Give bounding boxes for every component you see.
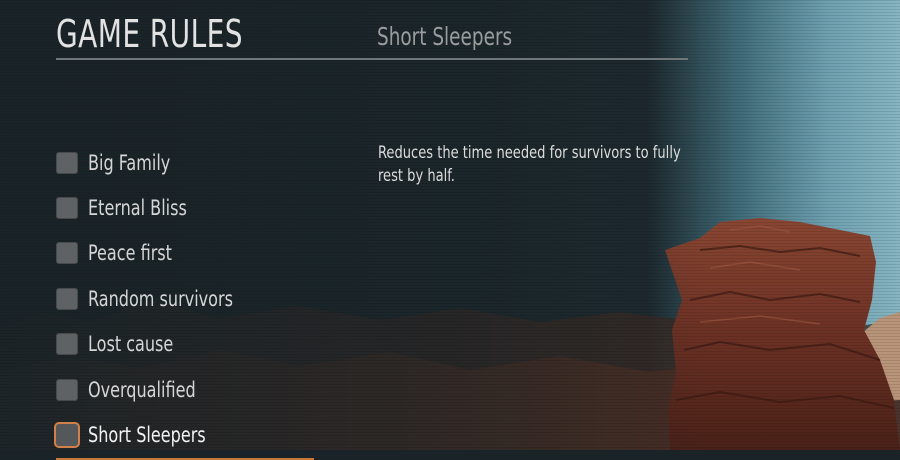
- checkbox-overqualified[interactable]: [56, 378, 78, 401]
- rule-item-eternal-bliss[interactable]: Eternal Bliss: [56, 185, 314, 230]
- rule-label: Lost cause: [88, 332, 174, 357]
- rule-item-random-survivors[interactable]: Random survivors: [56, 276, 314, 321]
- rule-item-overqualified[interactable]: Overqualified: [56, 367, 314, 412]
- checkbox-big-family[interactable]: [56, 151, 78, 174]
- checkbox-peace-first[interactable]: [56, 242, 78, 265]
- rules-list: Big Family Eternal Bliss Peace first Ran…: [56, 140, 314, 460]
- rule-label: Eternal Bliss: [88, 196, 187, 221]
- rule-label: Short Sleepers: [88, 423, 206, 448]
- rule-label: Overqualified: [88, 377, 196, 402]
- page-title: GAME RULES: [56, 12, 243, 56]
- selected-rule-title: Short Sleepers: [377, 22, 513, 51]
- rule-item-lost-cause[interactable]: Lost cause: [56, 322, 314, 367]
- header-divider: [56, 58, 688, 60]
- rule-label: Peace first: [88, 241, 172, 266]
- checkbox-lost-cause[interactable]: [56, 333, 78, 356]
- rule-item-short-sleepers[interactable]: Short Sleepers: [56, 412, 314, 460]
- checkbox-random-survivors[interactable]: [56, 287, 78, 310]
- rule-label: Big Family: [88, 150, 171, 175]
- checkbox-eternal-bliss[interactable]: [56, 197, 78, 220]
- rule-description: Reduces the time needed for survivors to…: [378, 143, 681, 185]
- checkbox-short-sleepers[interactable]: [56, 424, 78, 447]
- rule-item-big-family[interactable]: Big Family: [56, 140, 314, 185]
- rule-item-peace-first[interactable]: Peace first: [56, 231, 314, 276]
- rule-label: Random survivors: [88, 286, 233, 311]
